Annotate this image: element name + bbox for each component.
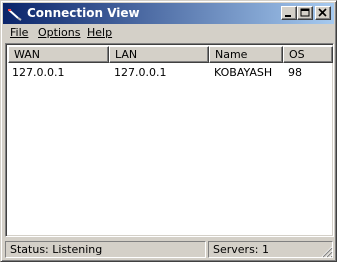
cell-lan: 127.0.0.1: [114, 66, 167, 79]
minimize-icon: [285, 15, 291, 17]
app-window: Connection View File Options Help WAN LA…: [0, 0, 337, 262]
status-text: Status: Listening: [10, 243, 103, 256]
maximize-icon: [300, 8, 310, 17]
menu-bar: File Options Help: [3, 24, 334, 42]
status-bar: Status: Listening Servers: 1: [3, 239, 334, 259]
menu-options[interactable]: Options: [38, 26, 80, 39]
menu-help-label: Help: [87, 26, 113, 39]
menu-file[interactable]: File: [10, 26, 28, 39]
maximize-button[interactable]: [297, 6, 313, 20]
window-title: Connection View: [27, 6, 140, 20]
menu-help[interactable]: Help: [87, 26, 112, 39]
cell-name: KOBAYASH: [214, 66, 273, 79]
close-icon: [318, 8, 327, 17]
servers-count: Servers: 1: [213, 243, 270, 256]
connection-list[interactable]: WAN LAN Name OS 127.0.0.1 127.0.0.1 KOBA…: [5, 43, 334, 237]
servers-panel: Servers: 1: [208, 241, 333, 258]
resize-grip-icon[interactable]: [321, 246, 333, 258]
list-header: WAN LAN Name OS: [8, 46, 333, 63]
minimize-button[interactable]: [281, 6, 297, 20]
close-button[interactable]: [315, 6, 331, 20]
menu-file-label: File: [10, 26, 29, 39]
menu-options-label: Options: [38, 26, 81, 39]
status-panel: Status: Listening: [5, 241, 206, 258]
column-header-wan[interactable]: WAN: [8, 46, 109, 63]
app-icon: [7, 7, 23, 21]
title-bar[interactable]: Connection View: [3, 3, 334, 24]
cell-wan: 127.0.0.1: [12, 66, 65, 79]
column-header-lan[interactable]: LAN: [109, 46, 209, 63]
table-row[interactable]: 127.0.0.1 127.0.0.1 KOBAYASH 98: [8, 64, 333, 80]
column-header-os[interactable]: OS: [283, 46, 333, 63]
column-header-name[interactable]: Name: [209, 46, 283, 63]
cell-os: 98: [288, 66, 302, 79]
